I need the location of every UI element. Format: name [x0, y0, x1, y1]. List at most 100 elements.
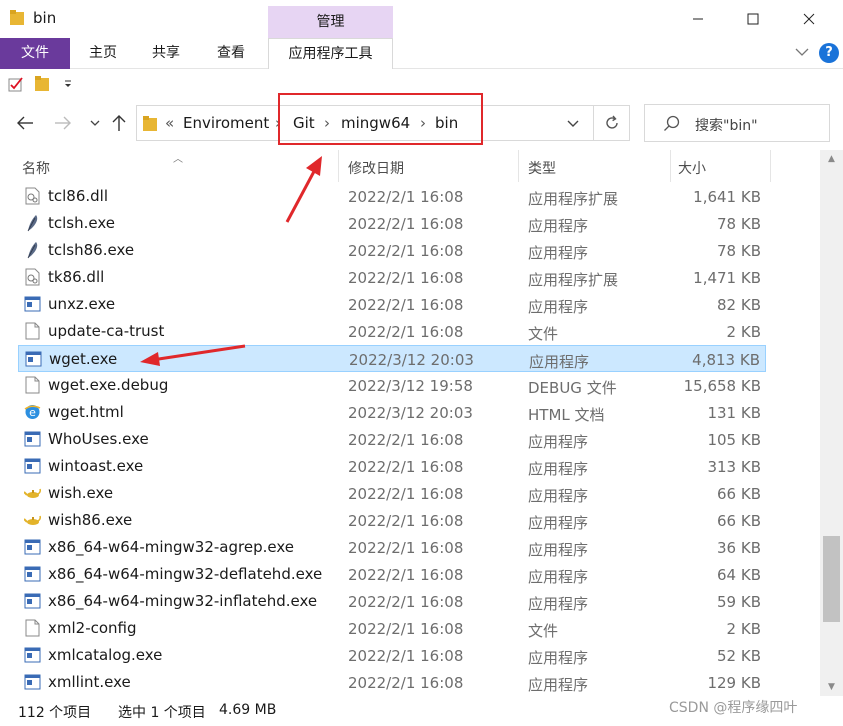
scroll-down-icon[interactable]: ▼	[820, 678, 843, 696]
file-type: 应用程序	[528, 595, 589, 613]
file-type: 应用程序	[528, 487, 589, 505]
minimize-button[interactable]	[675, 0, 721, 38]
tab-view[interactable]: 查看	[208, 38, 254, 69]
file-date: 2022/2/1 16:08	[348, 269, 464, 287]
file-name: wish.exe	[48, 484, 114, 502]
file-row[interactable]: wintoast.exe 2022/2/1 16:08 应用程序 313 KB	[18, 453, 766, 480]
column-divider[interactable]	[770, 150, 771, 182]
file-size: 129 KB	[707, 674, 761, 692]
exe-icon	[25, 350, 42, 368]
file-row[interactable]: xmllint.exe 2022/2/1 16:08 应用程序 129 KB	[18, 669, 766, 696]
file-row[interactable]: tclsh86.exe 2022/2/1 16:08 应用程序 78 KB	[18, 237, 766, 264]
file-type: 应用程序	[528, 217, 589, 235]
file-row[interactable]: tcl86.dll 2022/2/1 16:08 应用程序扩展 1,641 KB	[18, 183, 766, 210]
close-button[interactable]	[786, 0, 832, 38]
file-size: 78 KB	[717, 242, 761, 260]
tab-application-tools[interactable]: 应用程序工具	[268, 38, 393, 69]
file-name: wget.exe.debug	[48, 376, 169, 394]
file-row[interactable]: WhoUses.exe 2022/2/1 16:08 应用程序 105 KB	[18, 426, 766, 453]
recent-locations-button[interactable]	[84, 112, 106, 134]
file-date: 2022/2/1 16:08	[348, 188, 464, 206]
file-row[interactable]: tclsh.exe 2022/2/1 16:08 应用程序 78 KB	[18, 210, 766, 237]
close-icon	[803, 13, 815, 25]
file-type: 应用程序	[529, 353, 590, 371]
file-row[interactable]: unxz.exe 2022/2/1 16:08 应用程序 82 KB	[18, 291, 766, 318]
refresh-button[interactable]	[594, 105, 630, 141]
file-row[interactable]: e wget.html 2022/3/12 20:03 HTML 文档 131 KB	[18, 399, 766, 426]
file-size: 78 KB	[717, 215, 761, 233]
column-divider[interactable]	[670, 150, 671, 182]
file-date: 2022/2/1 16:08	[348, 620, 464, 638]
address-overflow[interactable]: «	[165, 114, 174, 132]
customize-toolbar-icon[interactable]	[63, 79, 73, 89]
maximize-button[interactable]	[730, 0, 776, 38]
file-row[interactable]: update-ca-trust 2022/2/1 16:08 文件 2 KB	[18, 318, 766, 345]
file-name: unxz.exe	[48, 295, 116, 313]
properties-icon[interactable]	[8, 76, 24, 92]
file-size: 64 KB	[717, 566, 761, 584]
breadcrumb-enviroment[interactable]: Enviroment	[183, 114, 269, 132]
file-name: tk86.dll	[48, 268, 105, 286]
up-button[interactable]	[108, 112, 130, 134]
file-row[interactable]: xml2-config 2022/2/1 16:08 文件 2 KB	[18, 615, 766, 642]
file-date: 2022/2/1 16:08	[348, 215, 464, 233]
tab-share[interactable]: 共享	[143, 38, 189, 69]
help-button[interactable]: ?	[819, 43, 839, 63]
file-size: 313 KB	[707, 458, 761, 476]
exe-icon	[24, 430, 41, 448]
file-row[interactable]: xmlcatalog.exe 2022/2/1 16:08 应用程序 52 KB	[18, 642, 766, 669]
file-size: 66 KB	[717, 512, 761, 530]
file-name: xml2-config	[48, 619, 137, 637]
tab-home[interactable]: 主页	[80, 38, 126, 69]
file-row[interactable]: wget.exe.debug 2022/3/12 19:58 DEBUG 文件 15,…	[18, 372, 766, 399]
file-date: 2022/3/12 19:58	[348, 377, 473, 395]
forward-button[interactable]	[52, 112, 74, 134]
column-divider[interactable]	[338, 150, 339, 182]
column-size[interactable]: 大小	[678, 158, 706, 178]
file-date: 2022/2/1 16:08	[348, 512, 464, 530]
column-date[interactable]: 修改日期	[348, 158, 404, 178]
maximize-icon	[747, 13, 759, 25]
file-row[interactable]: wget.exe 2022/3/12 20:03 应用程序 4,813 KB	[18, 345, 766, 372]
file-type: 应用程序	[528, 541, 589, 559]
file-row[interactable]: x86_64-w64-mingw32-deflatehd.exe 2022/2/1…	[18, 561, 766, 588]
file-row[interactable]: tk86.dll 2022/2/1 16:08 应用程序扩展 1,471 KB	[18, 264, 766, 291]
chevron-down-icon[interactable]	[567, 119, 579, 129]
column-type[interactable]: 类型	[528, 158, 556, 178]
arrow-right-icon	[55, 116, 71, 130]
dll-icon	[24, 268, 41, 286]
file-row[interactable]: x86_64-w64-mingw32-inflatehd.exe 2022/2/1…	[18, 588, 766, 615]
chevron-down-icon[interactable]	[792, 42, 812, 62]
address-highlight-box	[278, 93, 483, 145]
window-title: bin	[33, 9, 57, 27]
file-size: 2 KB	[726, 323, 761, 341]
context-tab-manage[interactable]: 管理	[268, 6, 393, 38]
html-icon: e	[24, 403, 41, 421]
column-divider[interactable]	[518, 150, 519, 182]
search-input[interactable]: 搜索"bin"	[644, 104, 830, 142]
scroll-up-icon[interactable]: ▲	[820, 150, 843, 168]
file-row[interactable]: wish86.exe 2022/2/1 16:08 应用程序 66 KB	[18, 507, 766, 534]
file-size: 105 KB	[707, 431, 761, 449]
selection-size: 4.69 MB	[219, 702, 277, 718]
file-name: x86_64-w64-mingw32-deflatehd.exe	[48, 565, 323, 583]
file-row[interactable]: x86_64-w64-mingw32-agrep.exe 2022/2/1 16:…	[18, 534, 766, 561]
title-bar: bin 管理	[0, 0, 843, 38]
file-row[interactable]: wish.exe 2022/2/1 16:08 应用程序 66 KB	[18, 480, 766, 507]
file-date: 2022/2/1 16:08	[348, 674, 464, 692]
file-size: 52 KB	[717, 647, 761, 665]
exe-icon	[24, 457, 41, 475]
exe-icon	[24, 538, 41, 556]
exe-icon	[24, 565, 41, 583]
back-button[interactable]	[14, 112, 36, 134]
tab-file[interactable]: 文件	[0, 38, 70, 69]
file-type: 应用程序	[528, 676, 589, 694]
file-name: xmllint.exe	[48, 673, 131, 691]
scrollbar-thumb[interactable]	[823, 536, 840, 622]
arrow-up-icon	[112, 115, 126, 131]
new-folder-icon[interactable]	[35, 75, 49, 92]
column-name[interactable]: 名称	[22, 158, 50, 178]
file-type: 文件	[528, 325, 559, 343]
vertical-scrollbar[interactable]: ▲ ▼	[820, 150, 843, 696]
file-list: tcl86.dll 2022/2/1 16:08 应用程序扩展 1,641 KB tcl…	[0, 182, 820, 696]
